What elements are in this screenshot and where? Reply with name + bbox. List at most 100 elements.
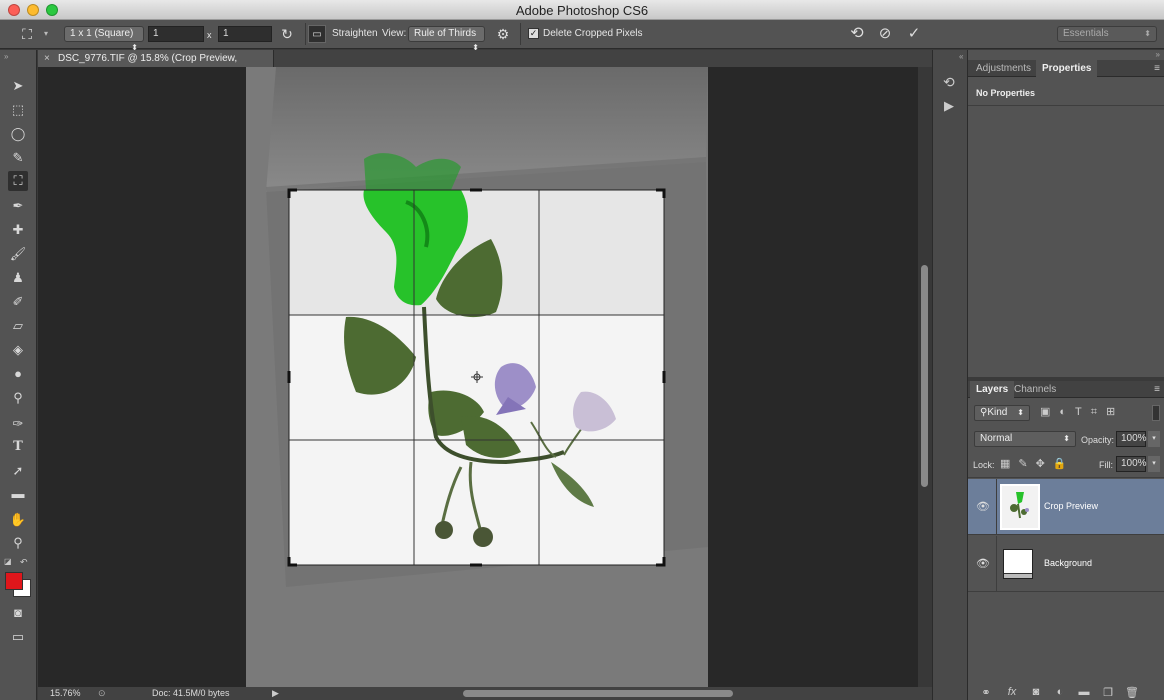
- document-info: Doc: 41.5M/0 bytes: [152, 688, 230, 698]
- paint-bucket-tool-icon[interactable]: ◈: [8, 340, 28, 360]
- actions-play-icon[interactable]: ▶: [944, 98, 954, 114]
- properties-panel-tabs: Adjustments Properties ≡: [968, 60, 1164, 77]
- fill-label: Fill:: [1099, 460, 1113, 470]
- vertical-scroll-thumb[interactable]: [921, 265, 928, 487]
- new-group-icon[interactable]: ▬: [1076, 686, 1092, 698]
- canvas-image: [246, 67, 708, 687]
- horizontal-scroll-thumb[interactable]: [463, 690, 733, 697]
- layer-name[interactable]: Crop Preview: [1044, 501, 1098, 511]
- pen-tool-icon[interactable]: ✑: [8, 414, 28, 434]
- layers-panel: Layers Channels ≡ ⚲Kind ⬍ ▣◐T⌗⊞ Normal ⬍ O…: [968, 377, 1164, 700]
- move-tool-icon[interactable]: ➤: [8, 76, 28, 96]
- panel-menu-icon[interactable]: ≡: [1154, 60, 1160, 77]
- opacity-label: Opacity:: [1081, 435, 1115, 445]
- status-share-icon[interactable]: ⊙: [98, 687, 106, 700]
- rectangle-tool-icon[interactable]: ▬: [8, 484, 28, 504]
- zoom-tool-icon[interactable]: ⚲: [8, 533, 28, 553]
- preset-dropdown-arrow-icon[interactable]: ▾: [44, 29, 48, 38]
- marquee-tool-icon[interactable]: ⬚: [8, 100, 28, 120]
- status-menu-arrow-icon[interactable]: ▶: [272, 687, 279, 700]
- ratio-preset-select[interactable]: 1 x 1 (Square) ⬍: [64, 26, 144, 52]
- layers-panel-tabs: Layers Channels ≡: [968, 381, 1164, 398]
- layer-style-icon[interactable]: fx: [1004, 686, 1020, 698]
- quick-mask-icon[interactable]: ◙: [8, 603, 28, 623]
- collapse-panel-icon[interactable]: »: [1156, 50, 1160, 59]
- view-overlay-select[interactable]: Rule of Thirds ⬍: [408, 26, 485, 52]
- lock-label: Lock:: [973, 460, 995, 470]
- tab-properties[interactable]: Properties: [1036, 60, 1098, 77]
- new-layer-icon[interactable]: ❐: [1100, 686, 1116, 699]
- straighten-icon[interactable]: ▭: [308, 25, 326, 43]
- layer-row-crop-preview[interactable]: 👁 Crop Preview: [968, 479, 1164, 535]
- swap-ratio-icon[interactable]: ↻: [278, 25, 296, 43]
- layer-filter-select[interactable]: ⚲Kind ⬍: [974, 405, 1030, 421]
- brush-tool-icon[interactable]: 🖌: [8, 244, 28, 264]
- type-tool-icon[interactable]: T: [8, 437, 28, 457]
- cancel-crop-icon[interactable]: ⊘: [876, 25, 894, 43]
- collapse-toolbox-icon[interactable]: »: [4, 52, 8, 61]
- height-ratio-input[interactable]: 1: [218, 26, 272, 42]
- divider: [968, 477, 1164, 478]
- layer-row-background[interactable]: 👁 Background: [968, 536, 1164, 592]
- link-layers-icon[interactable]: ⚭: [978, 686, 994, 699]
- lasso-tool-icon[interactable]: ◯: [8, 124, 28, 144]
- lock-icons[interactable]: ▦✎✥🔒: [1000, 457, 1075, 470]
- clone-stamp-tool-icon[interactable]: ♟: [8, 268, 28, 288]
- dodge-tool-icon[interactable]: ⚲: [8, 388, 28, 408]
- thumbnail-strip: [1004, 573, 1032, 578]
- gear-icon[interactable]: ⚙: [494, 25, 512, 43]
- tools-panel: » ➤ ⬚ ◯ ✎ ⛶ ✒ ✚ 🖌 ♟ ✐ ▱ ◈ ● ⚲ ✑ T ➚ ▬ ✋ …: [0, 50, 37, 700]
- ratio-times-label: x: [207, 30, 212, 40]
- reset-crop-icon[interactable]: ⟲: [848, 25, 866, 43]
- path-selection-tool-icon[interactable]: ➚: [8, 461, 28, 481]
- close-document-icon[interactable]: ×: [44, 50, 50, 67]
- crop-tool-icon[interactable]: ⛶: [8, 171, 28, 191]
- width-ratio-input[interactable]: 1: [148, 26, 204, 42]
- layer-thumbnail: [1000, 484, 1040, 530]
- filter-toggle[interactable]: [1152, 405, 1160, 421]
- adjustment-layer-icon[interactable]: ◐: [1052, 686, 1068, 698]
- quick-selection-tool-icon[interactable]: ✎: [8, 148, 28, 168]
- visibility-eye-icon[interactable]: 👁: [976, 558, 990, 570]
- title-bar: Adobe Photoshop CS6: [0, 0, 1164, 20]
- hand-tool-icon[interactable]: ✋: [8, 510, 28, 530]
- eyedropper-tool-icon[interactable]: ✒: [8, 196, 28, 216]
- blend-mode-select[interactable]: Normal ⬍: [974, 431, 1076, 447]
- divider: [996, 536, 997, 592]
- layer-filter-icons[interactable]: ▣◐T⌗⊞: [1040, 405, 1124, 419]
- delete-cropped-checkbox[interactable]: ✓: [528, 28, 539, 39]
- zoom-level[interactable]: 15.76%: [50, 687, 81, 700]
- healing-brush-tool-icon[interactable]: ✚: [8, 220, 28, 240]
- canvas-area[interactable]: [38, 67, 918, 687]
- history-icon[interactable]: ⟲: [943, 74, 955, 91]
- tab-adjustments[interactable]: Adjustments: [970, 60, 1037, 77]
- swap-colors-icon[interactable]: ↶: [20, 557, 28, 568]
- crop-tool-preset-icon[interactable]: ⛶: [18, 25, 36, 43]
- collapse-strip-icon[interactable]: «: [959, 52, 963, 61]
- delete-cropped-label[interactable]: Delete Cropped Pixels: [543, 28, 643, 39]
- fill-input[interactable]: 100%: [1116, 456, 1147, 472]
- workspace-select[interactable]: Essentials ⬍: [1057, 26, 1157, 42]
- screen-mode-icon[interactable]: ▭: [8, 627, 28, 647]
- tab-channels[interactable]: Channels: [1008, 381, 1062, 398]
- view-label: View:: [382, 28, 407, 39]
- trash-icon[interactable]: 🗑: [1124, 686, 1140, 699]
- eraser-tool-icon[interactable]: ▱: [8, 316, 28, 336]
- default-colors-icon[interactable]: ◪: [4, 557, 12, 566]
- opacity-dropdown-icon[interactable]: ▾: [1148, 431, 1160, 447]
- vertical-scrollbar[interactable]: [918, 67, 932, 687]
- foreground-color-swatch[interactable]: [5, 572, 23, 590]
- options-bar: ⛶ ▾ 1 x 1 (Square) ⬍ 1 x 1 ↻ ▭ Straighten…: [0, 20, 1164, 52]
- document-tab[interactable]: × DSC_9776.TIF @ 15.8% (Crop Preview, RG…: [38, 50, 274, 81]
- document-canvas[interactable]: [246, 67, 708, 687]
- visibility-eye-icon[interactable]: 👁: [976, 501, 990, 513]
- panel-menu-icon[interactable]: ≡: [1154, 381, 1160, 398]
- layer-name[interactable]: Background: [1044, 558, 1092, 568]
- fill-dropdown-icon[interactable]: ▾: [1148, 456, 1160, 472]
- straighten-label[interactable]: Straighten: [332, 28, 378, 39]
- opacity-input[interactable]: 100%: [1116, 431, 1147, 447]
- commit-crop-icon[interactable]: ✓: [905, 25, 923, 43]
- history-brush-tool-icon[interactable]: ✐: [8, 292, 28, 312]
- add-mask-icon[interactable]: ◙: [1028, 686, 1044, 698]
- blur-tool-icon[interactable]: ●: [8, 364, 28, 384]
